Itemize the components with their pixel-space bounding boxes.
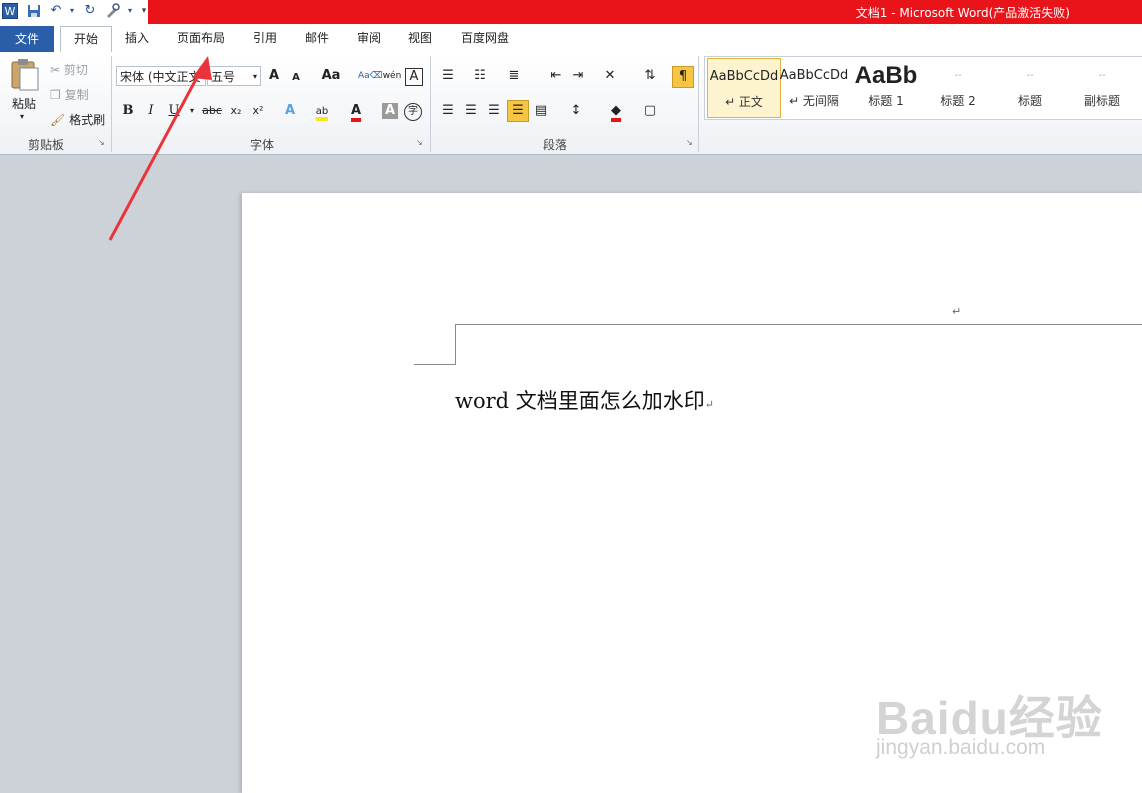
- margin-corner-mark: [414, 364, 456, 365]
- char-border-icon[interactable]: A: [405, 68, 423, 86]
- paragraph-mark: ↵: [952, 305, 962, 318]
- svg-text:W: W: [5, 5, 16, 18]
- clear-format-icon[interactable]: Aa⌫: [358, 66, 382, 86]
- style-heading-2[interactable]: -- 标题 2: [922, 58, 994, 116]
- change-case-icon[interactable]: Aa: [318, 66, 344, 86]
- font-color-letter: A: [350, 103, 362, 122]
- document-line: word 文档里面怎么加水印: [455, 389, 705, 413]
- style-name: ↵ 无间隔: [789, 94, 839, 108]
- align-left-icon[interactable]: ☰: [438, 101, 458, 121]
- style-normal[interactable]: AaBbCcDd ↵ 正文: [707, 58, 781, 118]
- format-painter-button[interactable]: 🖌 格式刷: [50, 111, 105, 128]
- group-separator: [430, 56, 431, 152]
- style-preview: AaBbCcDd: [779, 68, 849, 83]
- grow-font-icon[interactable]: A: [264, 66, 284, 86]
- increase-indent-icon[interactable]: ⇥: [568, 66, 588, 86]
- multilevel-list-icon[interactable]: ≣: [504, 66, 524, 86]
- tab-baidu-disk[interactable]: 百度网盘: [452, 26, 518, 50]
- cut-label: 剪切: [63, 63, 88, 77]
- style-subtitle[interactable]: -- 副标题: [1066, 58, 1138, 116]
- quick-tool-icon[interactable]: [104, 3, 120, 19]
- tab-page-layout[interactable]: 页面布局: [168, 26, 234, 50]
- watermark-url: jingyan.baidu.com: [876, 736, 1046, 759]
- tab-mailings[interactable]: 邮件: [296, 26, 338, 50]
- shading-icon[interactable]: ◆: [606, 101, 626, 122]
- style-preview: --: [1026, 70, 1034, 81]
- paste-icon[interactable]: [8, 58, 42, 92]
- chevron-down-icon: ▾: [252, 72, 257, 81]
- document-text[interactable]: word 文档里面怎么加水印↵: [455, 385, 714, 415]
- paste-button[interactable]: 粘贴: [12, 95, 36, 112]
- annotation-arrow: [108, 56, 212, 241]
- undo-dropdown-icon[interactable]: ▾: [64, 3, 80, 19]
- justify-icon[interactable]: ☰: [507, 100, 529, 122]
- sort-icon[interactable]: ⇅: [640, 66, 660, 86]
- style-preview: --: [1098, 70, 1106, 81]
- clipboard-group-label: 剪贴板: [27, 138, 64, 152]
- style-preview: AaBbCcDd: [709, 69, 779, 84]
- paragraph-mark: ↵: [704, 398, 714, 411]
- style-preview: AaBb: [854, 62, 918, 89]
- window-title: 文档1 - Microsoft Word(产品激活失败): [855, 6, 1070, 20]
- word-icon[interactable]: W: [2, 3, 18, 19]
- scissors-icon: ✂: [50, 63, 61, 77]
- redo-icon[interactable]: ↻: [82, 3, 98, 19]
- numbering-icon[interactable]: ☷: [470, 66, 490, 86]
- chinese-layout-icon[interactable]: ✕: [600, 66, 620, 86]
- style-preview: --: [954, 70, 962, 81]
- font-launcher-icon[interactable]: ↘: [416, 138, 423, 147]
- copy-button[interactable]: ❐ 复制: [50, 86, 89, 103]
- undo-icon[interactable]: ↶: [48, 3, 64, 19]
- group-separator: [698, 56, 699, 152]
- style-heading-1[interactable]: AaBb 标题 1: [850, 58, 922, 116]
- phonetic-guide-icon[interactable]: wén: [382, 66, 402, 86]
- cut-button[interactable]: ✂ 剪切: [50, 61, 88, 78]
- tab-view[interactable]: 视图: [399, 26, 441, 50]
- highlight-color-icon[interactable]: ab: [312, 101, 332, 121]
- borders-icon[interactable]: ▢: [640, 101, 660, 121]
- align-center-icon[interactable]: ☰: [461, 101, 481, 121]
- style-name: 标题: [1017, 94, 1042, 108]
- header-rule: [455, 324, 1142, 325]
- enclose-char-icon[interactable]: 字: [404, 103, 422, 121]
- style-name: ↵ 正文: [725, 95, 763, 109]
- paragraph-group-label: 段落: [542, 138, 567, 152]
- bullets-icon[interactable]: ☰: [438, 66, 458, 86]
- tab-file[interactable]: 文件: [0, 26, 54, 52]
- shrink-font-icon[interactable]: A: [286, 68, 306, 88]
- tab-insert[interactable]: 插入: [116, 26, 158, 50]
- copy-label: 复制: [64, 88, 89, 102]
- char-shading-icon[interactable]: A: [382, 103, 398, 119]
- tab-references[interactable]: 引用: [244, 26, 286, 50]
- show-marks-icon[interactable]: ¶: [672, 66, 694, 88]
- text-effect-icon[interactable]: A: [280, 101, 300, 121]
- style-name: 副标题: [1083, 94, 1120, 108]
- copy-icon: ❐: [50, 88, 61, 102]
- style-name: 标题 1: [868, 94, 904, 108]
- superscript-icon[interactable]: x²: [248, 101, 268, 121]
- distribute-icon[interactable]: ▤: [531, 101, 551, 121]
- align-right-icon[interactable]: ☰: [484, 101, 504, 121]
- paste-dropdown-icon[interactable]: ▾: [20, 112, 24, 121]
- tab-review[interactable]: 审阅: [348, 26, 390, 50]
- paragraph-launcher-icon[interactable]: ↘: [686, 138, 693, 147]
- style-no-spacing[interactable]: AaBbCcDd ↵ 无间隔: [778, 58, 850, 116]
- style-title[interactable]: -- 标题: [994, 58, 1066, 116]
- margin-corner-mark: [455, 324, 456, 364]
- brush-icon: 🖌: [50, 113, 66, 127]
- line-spacing-icon[interactable]: ↕: [566, 101, 586, 121]
- decrease-indent-icon[interactable]: ⇤: [546, 66, 566, 86]
- style-name: 标题 2: [940, 94, 976, 108]
- font-color-icon[interactable]: A: [346, 101, 366, 122]
- save-icon[interactable]: [26, 3, 42, 19]
